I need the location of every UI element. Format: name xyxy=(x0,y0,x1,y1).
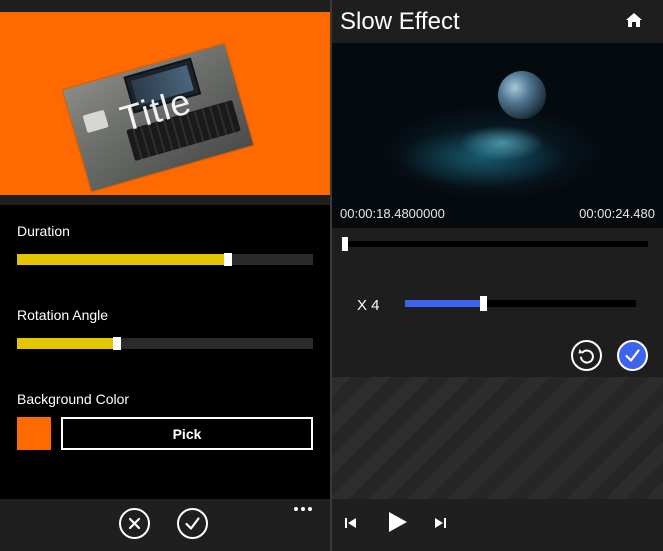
duration-slider[interactable] xyxy=(17,253,313,266)
rotation-angle-slider[interactable] xyxy=(17,337,313,350)
rotation-slider-thumb[interactable] xyxy=(113,337,122,350)
duration-slider-thumb[interactable] xyxy=(224,253,233,266)
left-app-bar xyxy=(0,499,330,551)
timeline-slider[interactable] xyxy=(342,237,648,251)
confirm-icon[interactable] xyxy=(177,508,208,539)
speed-slider-fill xyxy=(405,300,483,307)
speed-slider[interactable] xyxy=(405,296,636,311)
rotation-angle-label: Rotation Angle xyxy=(17,307,109,323)
title-editor-pane: Title Duration Rotation Angle Background… xyxy=(0,0,330,551)
more-icon[interactable] xyxy=(294,507,312,511)
play-icon[interactable] xyxy=(387,510,409,534)
reset-icon[interactable] xyxy=(571,340,602,371)
preview-separator xyxy=(0,195,330,205)
planet-graphic xyxy=(498,71,546,119)
apply-icon[interactable] xyxy=(617,340,648,371)
slow-effect-pane: Slow Effect 00:00:18.4800000 00:00:24.48… xyxy=(332,0,663,551)
home-icon[interactable] xyxy=(625,12,643,28)
page-title: Slow Effect xyxy=(340,8,460,35)
timeline-thumb[interactable] xyxy=(342,237,348,251)
start-timecode: 00:00:18.4800000 xyxy=(340,206,445,221)
background-color-label: Background Color xyxy=(17,391,130,407)
preview-photo: Title xyxy=(62,43,254,192)
title-preview: Title xyxy=(0,12,330,195)
player-bar xyxy=(332,499,663,551)
speed-factor-label: X 4 xyxy=(357,297,380,314)
striped-background xyxy=(332,377,663,499)
nebula-graphic xyxy=(352,63,612,213)
cancel-icon[interactable] xyxy=(119,508,150,539)
duration-slider-fill xyxy=(17,254,229,265)
top-strip xyxy=(0,0,330,12)
video-preview xyxy=(332,43,663,228)
skip-previous-icon[interactable] xyxy=(344,516,358,530)
pick-color-button[interactable]: Pick xyxy=(61,417,313,450)
rotation-slider-fill xyxy=(17,338,118,349)
background-color-swatch[interactable] xyxy=(17,417,51,450)
skip-next-icon[interactable] xyxy=(433,516,447,530)
end-timecode: 00:00:24.480 xyxy=(579,206,655,221)
duration-label: Duration xyxy=(17,223,70,239)
speed-slider-thumb[interactable] xyxy=(479,296,487,311)
